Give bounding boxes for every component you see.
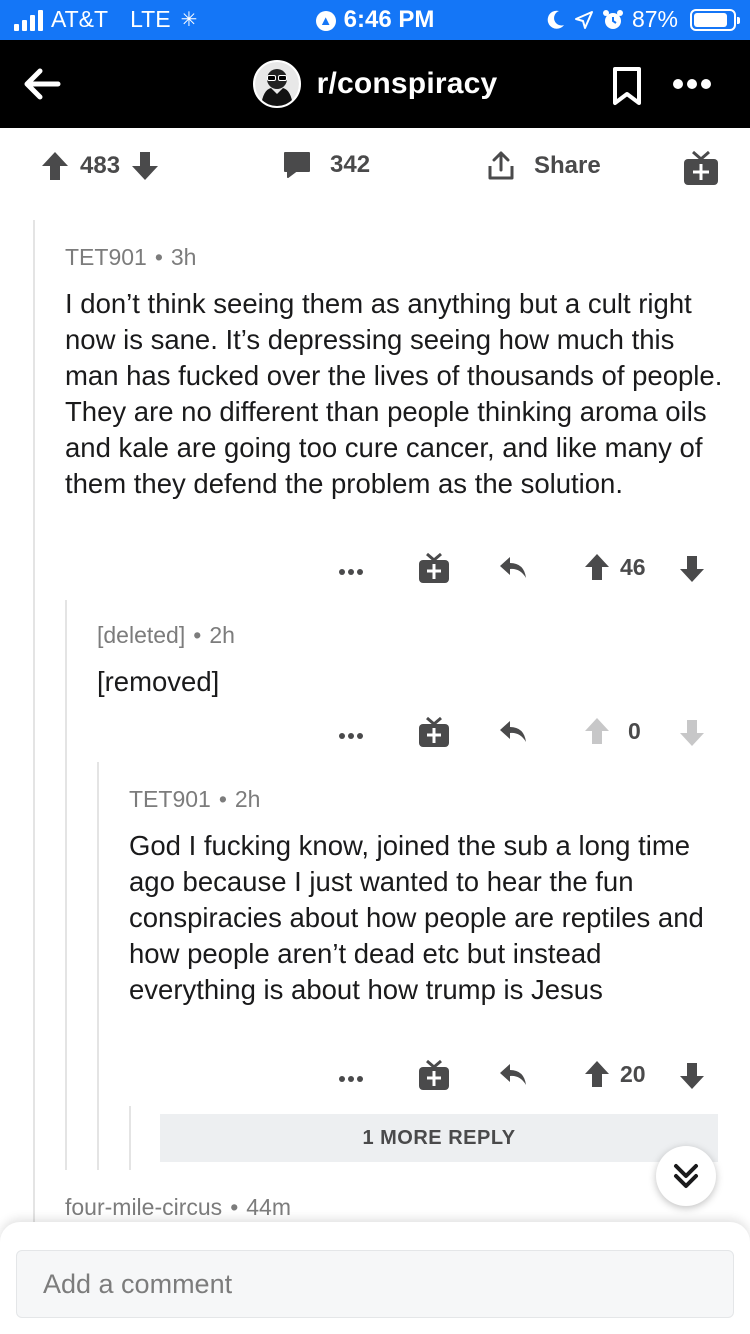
comment-age: 2h [209, 622, 235, 648]
comment-age: 44m [246, 1194, 291, 1220]
downvote-icon[interactable] [678, 1061, 706, 1091]
jump-next-comment-button[interactable] [656, 1146, 716, 1206]
alarm-icon [602, 9, 623, 29]
reply-icon[interactable] [498, 554, 528, 582]
comment-score: 0 [628, 718, 641, 744]
award-gift-icon[interactable] [683, 150, 719, 186]
battery-icon [690, 8, 740, 31]
comment-more-icon[interactable] [338, 1075, 364, 1083]
upvote-icon[interactable] [40, 150, 70, 182]
add-comment-input[interactable]: Add a comment [16, 1250, 734, 1318]
post-comment-count: 342 [330, 151, 371, 178]
downvote-icon[interactable] [130, 150, 160, 182]
battery-level [694, 12, 728, 27]
downvote-icon[interactable] [678, 718, 706, 748]
comment-actions: 46 [338, 550, 718, 590]
downvote-icon[interactable] [678, 554, 706, 584]
comment-author[interactable]: four-mile-circus [65, 1194, 222, 1220]
thread-line-level-4[interactable] [129, 1106, 131, 1170]
subreddit-avatar[interactable] [252, 60, 301, 108]
bookmark-icon[interactable] [610, 66, 644, 106]
comment-more-icon[interactable] [338, 732, 364, 740]
comment-meta: [deleted] • 2h [97, 622, 235, 648]
comment-age: 3h [170, 244, 197, 270]
comment-more-icon[interactable] [338, 568, 364, 576]
award-gift-icon[interactable] [418, 1059, 450, 1091]
comment-actions: 20 [338, 1057, 718, 1097]
upvote-icon[interactable] [583, 716, 611, 746]
subreddit-avatar-icon [254, 62, 299, 106]
comment-body[interactable]: [removed] [97, 664, 717, 700]
status-time: 6:46 PM [343, 6, 435, 33]
navigation-active-icon: ▲ [315, 11, 336, 31]
thread-line-level-3[interactable] [97, 762, 99, 1170]
do-not-disturb-icon [547, 10, 564, 29]
comment-author: [deleted] [97, 622, 186, 648]
subreddit-name[interactable]: r/conspiracy [317, 67, 498, 101]
reply-icon[interactable] [498, 718, 528, 746]
battery-percent: 87% [631, 6, 678, 32]
more-icon[interactable] [672, 78, 712, 90]
comment-score: 46 [620, 554, 646, 580]
post-vote-group: 483 [40, 150, 160, 182]
post-comments-button[interactable]: 342 [282, 150, 370, 180]
more-replies-button[interactable]: 1 MORE REPLY [160, 1114, 718, 1162]
comment-author[interactable]: TET901 [129, 786, 211, 812]
comment-bubble-icon [284, 152, 310, 178]
award-gift-icon[interactable] [418, 552, 450, 584]
share-icon [488, 151, 514, 180]
comment-body[interactable]: God I fucking know, joined the sub a lon… [129, 828, 729, 1008]
comment-author[interactable]: TET901 [65, 244, 147, 270]
location-icon [574, 10, 593, 29]
comment-body[interactable]: I don’t think seeing them as anything bu… [65, 286, 730, 502]
share-button[interactable]: Share [486, 150, 601, 182]
reply-icon[interactable] [498, 1061, 528, 1089]
comment-actions: 0 [338, 714, 718, 754]
comment-score: 20 [620, 1061, 646, 1087]
comment-meta: TET901 • 2h [129, 786, 261, 812]
upvote-icon[interactable] [583, 552, 611, 582]
share-label: Share [534, 152, 601, 179]
comment-meta: TET901 • 3h [65, 244, 197, 270]
status-bar: AT&T LTE ✳ ▲ 6:46 PM 87% [0, 0, 750, 40]
app-header: r/conspiracy [0, 40, 750, 128]
thread-line-level-2[interactable] [65, 600, 67, 1170]
comment-meta: four-mile-circus • 44m [65, 1194, 291, 1220]
thread-line-level-1[interactable] [33, 220, 35, 1230]
post-score: 483 [80, 152, 121, 179]
upvote-icon[interactable] [583, 1059, 611, 1089]
post-action-bar: 483 342 Share [0, 128, 750, 210]
status-right: 87% [546, 6, 740, 33]
comment-composer: Add a comment [0, 1222, 750, 1334]
double-chevron-down-icon [674, 1164, 698, 1188]
award-gift-icon[interactable] [418, 716, 450, 748]
comment-age: 2h [234, 786, 261, 812]
